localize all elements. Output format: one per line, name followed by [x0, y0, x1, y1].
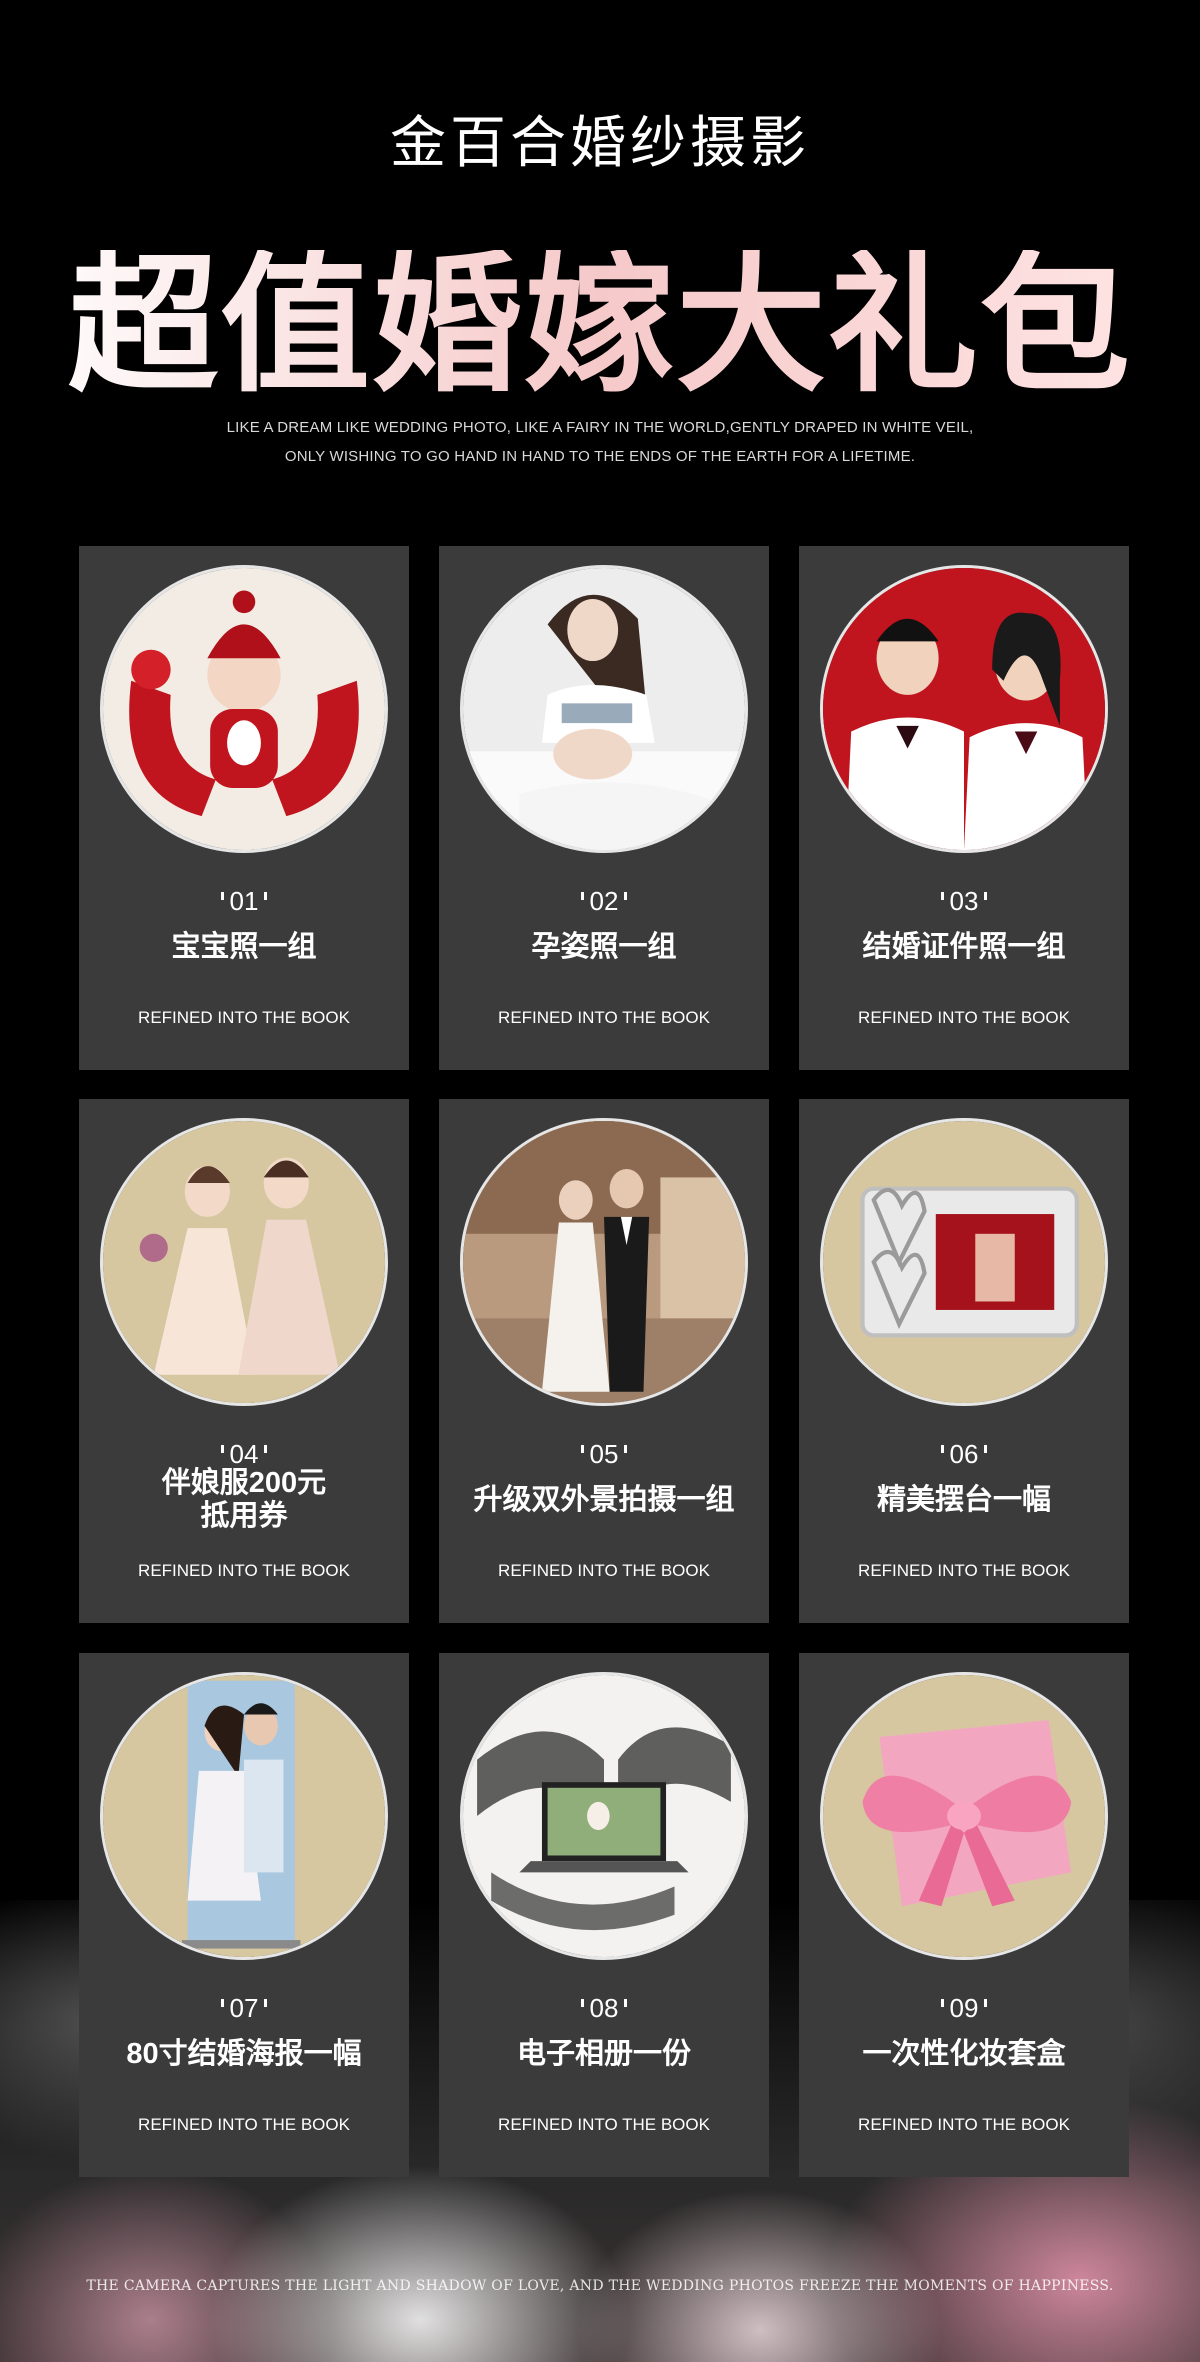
id-photo-image [820, 565, 1108, 853]
card-subtitle: REFINED INTO THE BOOK [858, 1561, 1070, 1580]
photo-frame-image [820, 1118, 1108, 1406]
card-number: 01 [79, 886, 409, 917]
card-subtitle: REFINED INTO THE BOOK [858, 2115, 1070, 2134]
brand-name: 金百合婚纱摄影 [390, 111, 810, 176]
card-title: 结婚证件照一组 [862, 931, 1066, 963]
card-number: 04 [79, 1439, 409, 1470]
card-title: 电子相册一份 [516, 2038, 691, 2070]
package-card-09[interactable]: 09 一次性化妆套盒 REFINED INTO THE BOOK [799, 1653, 1129, 2177]
bridesmaid-dress-image [100, 1118, 388, 1406]
package-card-07[interactable]: 07 80寸结婚海报一幅 REFINED INTO THE BOOK [79, 1653, 409, 2177]
package-card-04[interactable]: 04 伴娘服200元 抵用券 REFINED INTO THE BOOK [79, 1099, 409, 1623]
package-card-02[interactable]: 02 孕姿照一组 REFINED INTO THE BOOK [439, 546, 769, 1070]
card-subtitle: REFINED INTO THE BOOK [138, 2115, 350, 2134]
card-number: 06 [799, 1439, 1129, 1470]
package-card-03[interactable]: 03 结婚证件照一组 REFINED INTO THE BOOK [799, 546, 1129, 1070]
card-title: 80寸结婚海报一幅 [126, 2038, 362, 2070]
card-subtitle: REFINED INTO THE BOOK [498, 1561, 710, 1580]
tagline-line-1: LIKE A DREAM LIKE WEDDING PHOTO, LIKE A … [226, 419, 974, 436]
card-number: 09 [799, 1993, 1129, 2024]
card-title: 升级双外景拍摄一组 [473, 1484, 735, 1516]
card-title: 孕姿照一组 [531, 931, 677, 963]
package-card-08[interactable]: 08 电子相册一份 REFINED INTO THE BOOK [439, 1653, 769, 2177]
card-title: 精美摆台一幅 [876, 1484, 1051, 1516]
card-number: 08 [439, 1993, 769, 2024]
card-subtitle: REFINED INTO THE BOOK [138, 1008, 350, 1027]
card-subtitle: REFINED INTO THE BOOK [498, 2115, 710, 2134]
roll-up-poster-image [100, 1672, 388, 1960]
package-card-01[interactable]: 01 宝宝照一组 REFINED INTO THE BOOK [79, 546, 409, 1070]
card-subtitle: REFINED INTO THE BOOK [138, 1561, 350, 1580]
maternity-photo-image [460, 565, 748, 853]
card-number: 05 [439, 1439, 769, 1470]
card-title: 伴娘服200元 抵用券 [161, 1467, 327, 1532]
card-number: 02 [439, 886, 769, 917]
baby-photo-image [100, 565, 388, 853]
card-title: 宝宝照一组 [171, 931, 317, 963]
digital-album-image [460, 1672, 748, 1960]
package-card-05[interactable]: 05 升级双外景拍摄一组 REFINED INTO THE BOOK [439, 1099, 769, 1623]
card-number: 07 [79, 1993, 409, 2024]
package-card-06[interactable]: 06 精美摆台一幅 REFINED INTO THE BOOK [799, 1099, 1129, 1623]
footer-caption: THE CAMERA CAPTURES THE LIGHT AND SHADOW… [86, 2278, 1114, 2294]
outdoor-shoot-image [460, 1118, 748, 1406]
gift-box-image [820, 1672, 1108, 1960]
tagline-line-2: ONLY WISHING TO GO HAND IN HAND TO THE E… [284, 448, 916, 465]
card-subtitle: REFINED INTO THE BOOK [498, 1008, 710, 1027]
card-number: 03 [799, 886, 1129, 917]
card-title: 一次性化妆套盒 [862, 2038, 1066, 2070]
headline: 超值婚嫁大礼包 [0, 250, 1200, 400]
card-subtitle: REFINED INTO THE BOOK [858, 1008, 1070, 1027]
